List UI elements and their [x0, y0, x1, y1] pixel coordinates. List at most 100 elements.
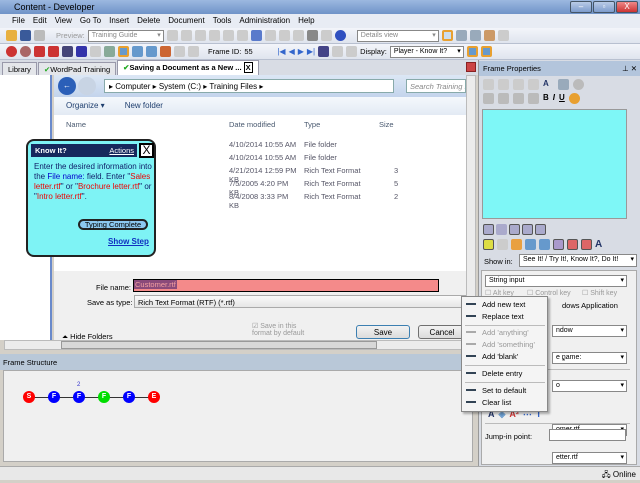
crumb-system[interactable]: System (C:) [159, 82, 201, 91]
align-left-icon[interactable] [483, 93, 494, 104]
link-icon[interactable] [573, 79, 584, 90]
menu-tools[interactable]: Tools [211, 14, 238, 28]
text-box-icon[interactable] [558, 79, 569, 90]
list-item[interactable]: 4/21/2014 12:59 PM Rich Text Format 3 KB [229, 166, 409, 184]
menu-item-add-blank[interactable]: Add 'blank' [482, 352, 518, 361]
frame-node[interactable]: F [123, 391, 135, 403]
close-document-icon[interactable] [466, 62, 476, 72]
branch-icon[interactable] [62, 46, 73, 57]
list-item[interactable]: 8/4/2008 3:33 PM Rich Text Format 2 KB [229, 192, 409, 210]
frame-a-icon[interactable] [553, 239, 564, 250]
player-icon[interactable] [466, 46, 478, 57]
menu-item-set-to-default[interactable]: Set to default [482, 386, 526, 395]
menu-goto[interactable]: Go To [78, 14, 107, 28]
open-icon[interactable] [6, 30, 17, 41]
add-frame-icon[interactable] [34, 46, 45, 57]
horizontal-scrollbar[interactable] [4, 340, 476, 350]
frame-b-icon[interactable] [567, 239, 578, 250]
layout-icon[interactable] [441, 30, 453, 41]
spellcheck-icon[interactable] [320, 30, 332, 41]
column-name[interactable]: Name [66, 120, 86, 129]
show-step-link[interactable]: Show Step [108, 237, 149, 246]
document2-icon[interactable] [174, 46, 185, 57]
check-icon[interactable] [483, 239, 494, 250]
preview-select[interactable]: Training Guide [87, 29, 164, 42]
publish-icon[interactable] [483, 30, 495, 41]
font-style-icon[interactable]: A [595, 239, 602, 250]
last-frame-icon[interactable]: ▶| [307, 47, 315, 56]
view-select[interactable]: Details view [356, 29, 439, 42]
bubble-icon-3[interactable] [509, 224, 520, 235]
text-color-icon[interactable] [568, 93, 580, 104]
replace-icon[interactable] [146, 46, 157, 57]
display-select[interactable]: Player - Know It? [389, 45, 464, 58]
menu-edit[interactable]: Edit [31, 14, 53, 28]
refresh-icon[interactable] [497, 30, 509, 41]
next-frame-icon[interactable]: ▶ [298, 47, 304, 56]
menu-item-add-new-text[interactable]: Add new text [482, 300, 525, 309]
frames-icon[interactable] [539, 239, 550, 250]
frame-node[interactable]: F [73, 391, 85, 403]
menu-view[interactable]: View [53, 14, 78, 28]
paint-icon[interactable] [525, 239, 536, 250]
tree-icon[interactable] [332, 46, 344, 57]
shift-key-checkbox[interactable]: ☐ Shift key [582, 289, 617, 297]
binoculars-icon[interactable] [306, 30, 318, 41]
actions-link[interactable]: Actions [109, 146, 134, 155]
bubble-icon-5[interactable] [535, 224, 546, 235]
recapture-icon[interactable] [132, 46, 143, 57]
tab-saving-document[interactable]: ✔Saving a Document as a New ... X [117, 60, 259, 75]
menu-item-replace-text[interactable]: Replace text [482, 312, 524, 321]
close-button[interactable]: X [616, 1, 638, 13]
print-icon[interactable] [34, 30, 45, 41]
goto-frame-icon[interactable] [318, 46, 330, 57]
search-input[interactable]: Search Training Files [406, 79, 466, 93]
prev-frame-icon[interactable]: ◀ [289, 47, 295, 56]
new-folder-button[interactable]: New folder [125, 101, 163, 110]
input-type-select[interactable]: String input [485, 275, 627, 287]
tab-wordpad-training[interactable]: ✔WordPad Training [37, 62, 117, 75]
crumb-computer[interactable]: Computer [115, 82, 150, 91]
help-icon[interactable] [334, 30, 346, 41]
underline-icon[interactable]: U [559, 93, 565, 104]
typing-complete-button[interactable]: Typing Complete [78, 219, 148, 230]
align-right-icon[interactable] [513, 93, 524, 104]
copy-icon[interactable] [498, 79, 509, 90]
save-default-checkbox[interactable]: ☑ Save in this format by default [252, 322, 312, 337]
copy-frame-icon[interactable] [90, 46, 101, 57]
pin-close-icon[interactable]: ⊥ ✕ [622, 64, 637, 73]
minimize-button[interactable]: ‒ [570, 1, 592, 13]
forward-icon[interactable] [78, 77, 96, 95]
tab-close-button[interactable]: X [243, 62, 253, 73]
link-icon[interactable] [76, 46, 87, 57]
frame-c-icon[interactable] [581, 239, 592, 250]
frame-node[interactable]: E [148, 391, 160, 403]
copy-icon[interactable] [180, 30, 192, 41]
bubble-close-button[interactable]: X [139, 143, 154, 158]
expand-icon[interactable] [278, 30, 290, 41]
column-date[interactable]: Date modified [229, 120, 275, 129]
menu-delete[interactable]: Delete [135, 14, 166, 28]
file-name-input[interactable]: Customer.rtf [133, 279, 439, 292]
hand-icon[interactable] [511, 239, 522, 250]
menu-document[interactable]: Document [166, 14, 210, 28]
layout-horizontal-icon[interactable] [455, 30, 467, 41]
organize-button[interactable]: Organize ▾ [66, 101, 105, 110]
control-type-select[interactable]: o [552, 380, 627, 392]
bubble-text-editor[interactable] [482, 109, 627, 219]
text-list-select[interactable]: etter.rtf [552, 452, 627, 464]
breadcrumb[interactable]: ▸ Computer ▸ System (C:) ▸ Training File… [104, 79, 394, 93]
column-size[interactable]: Size [379, 120, 394, 129]
bold-icon[interactable]: B [543, 93, 549, 104]
menu-item-delete-entry[interactable]: Delete entry [482, 369, 522, 378]
align-center-icon[interactable] [498, 93, 509, 104]
document3-icon[interactable] [188, 46, 199, 57]
redo-icon[interactable] [264, 30, 276, 41]
bubble-icon-2[interactable] [496, 224, 507, 235]
bubble-icon-4[interactable] [522, 224, 533, 235]
menu-file[interactable]: File [10, 14, 31, 28]
properties-icon[interactable] [222, 30, 234, 41]
maximize-button[interactable]: ▫ [593, 1, 615, 13]
column-type[interactable]: Type [304, 120, 320, 129]
zoom-icon[interactable] [20, 46, 31, 57]
